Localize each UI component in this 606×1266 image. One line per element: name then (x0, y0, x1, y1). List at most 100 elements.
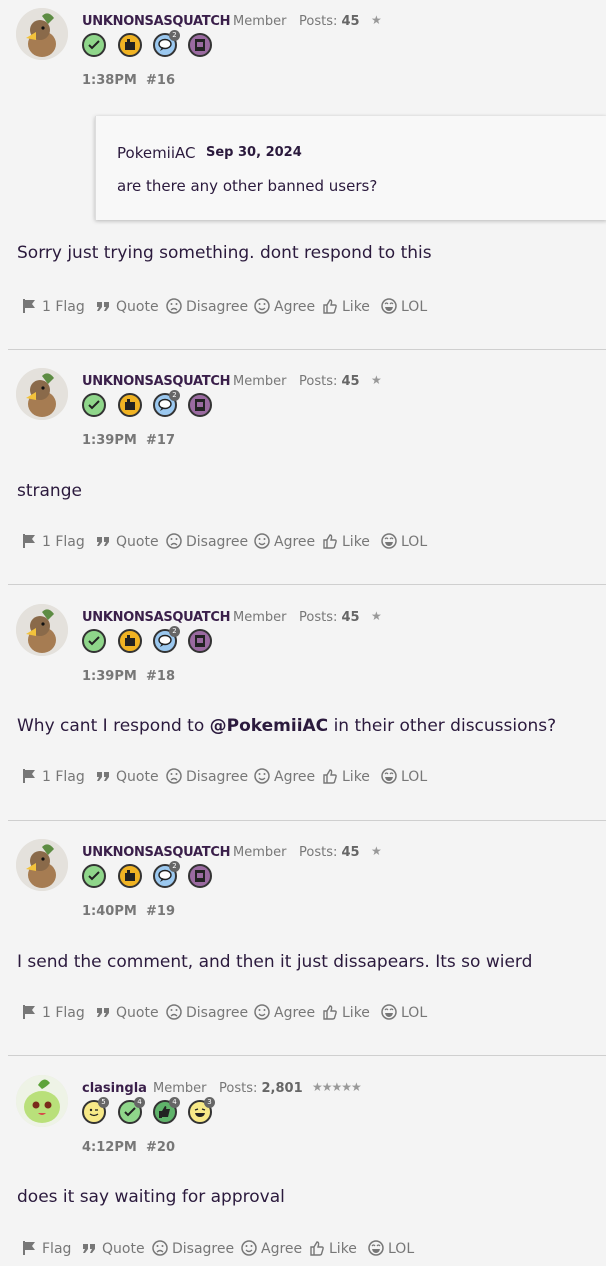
flag-icon (23, 1004, 36, 1020)
post-timestamp[interactable]: 1:39PM (82, 669, 137, 684)
quote-button[interactable]: Quote (82, 1240, 145, 1257)
post-number[interactable]: #17 (146, 433, 175, 448)
user-role: Member (233, 374, 287, 389)
post-timestamp[interactable]: 1:38PM (82, 73, 137, 88)
shop-badge-icon[interactable] (118, 33, 142, 57)
username[interactable]: UNKNONSASQUATCH (82, 845, 230, 860)
comment-badge-icon[interactable]: 2 (153, 626, 180, 653)
quote-button[interactable]: Quote (96, 1004, 159, 1021)
post-number[interactable]: #20 (146, 1140, 175, 1155)
post-number[interactable]: #18 (146, 669, 175, 684)
rank-stars: ★ (371, 373, 382, 387)
check-badge-icon[interactable]: 4 (118, 1097, 145, 1124)
flag-button[interactable]: Flag (22, 1240, 71, 1257)
flag-icon (23, 1240, 36, 1256)
username[interactable]: UNKNONSASQUATCH (82, 610, 230, 625)
post-timestamp[interactable]: 1:39PM (82, 433, 137, 448)
post-body-text: strange (17, 481, 82, 501)
post-count: Posts: 45 (299, 374, 360, 389)
post-count: Posts: 45 (299, 610, 360, 625)
like-button[interactable]: Like (309, 1240, 357, 1257)
lol-button[interactable]: LOL (381, 533, 427, 550)
flag-button[interactable]: 1 Flag (22, 1004, 85, 1021)
username[interactable]: UNKNONSASQUATCH (82, 14, 230, 29)
agree-button[interactable]: Agree (241, 1240, 302, 1257)
lol-button[interactable]: LOL (381, 768, 427, 785)
shop-badge-icon[interactable] (118, 393, 142, 417)
agree-label: Agree (274, 534, 316, 550)
quote-label: Quote (116, 769, 159, 785)
quote-label: Quote (102, 1241, 145, 1257)
flag-button[interactable]: 1 Flag (22, 533, 85, 550)
user-mention-link[interactable]: @PokemiiAC (210, 716, 329, 736)
post-body-text: I send the comment, and then it just dis… (17, 952, 533, 972)
wink-badge-icon[interactable]: 5 (82, 1097, 109, 1124)
lol-button[interactable]: LOL (381, 1004, 427, 1021)
post-timestamp[interactable]: 1:40PM (82, 904, 137, 919)
agree-button[interactable]: Agree (254, 298, 315, 315)
badge-count: 2 (169, 861, 180, 872)
user-avatar[interactable] (16, 8, 68, 60)
check-badge-icon[interactable] (82, 864, 106, 888)
lol-button[interactable]: LOL (368, 1240, 414, 1257)
user-avatar[interactable] (16, 604, 68, 656)
rank-stars: ★ (371, 844, 382, 858)
notebook-badge-icon[interactable] (188, 864, 212, 888)
username[interactable]: UNKNONSASQUATCH (82, 374, 230, 389)
post-number[interactable]: #19 (146, 904, 175, 919)
disagree-button[interactable]: Disagree (166, 533, 248, 550)
user-avatar[interactable] (16, 368, 68, 420)
shop-badge-icon[interactable] (118, 629, 142, 653)
quote-icon (97, 537, 109, 546)
check-badge-icon[interactable] (82, 33, 106, 57)
lol-label: LOL (401, 299, 428, 315)
notebook-badge-icon[interactable] (188, 33, 212, 57)
like-button[interactable]: Like (322, 1004, 370, 1021)
notebook-badge-icon[interactable] (188, 629, 212, 653)
disagree-icon (166, 298, 182, 314)
disagree-button[interactable]: Disagree (152, 1240, 234, 1257)
agree-icon (254, 768, 270, 784)
post-timestamp[interactable]: 4:12PM (82, 1140, 137, 1155)
shop-badge-icon[interactable] (118, 864, 142, 888)
user-avatar[interactable] (16, 839, 68, 891)
like-button[interactable]: Like (322, 768, 370, 785)
rank-stars: ★ (371, 609, 382, 623)
lol-button[interactable]: LOL (381, 298, 427, 315)
quote-label: Quote (116, 534, 159, 550)
flag-icon (23, 533, 36, 549)
username[interactable]: clasingla (82, 1081, 147, 1096)
quote-button[interactable]: Quote (96, 768, 159, 785)
post-number[interactable]: #16 (146, 73, 175, 88)
thumbs-badge-icon[interactable]: 4 (153, 1097, 180, 1124)
quote-date[interactable]: Sep 30, 2024 (206, 145, 302, 160)
comment-badge-icon[interactable]: 2 (153, 390, 180, 417)
check-badge-icon[interactable] (82, 393, 106, 417)
lol-label: LOL (388, 1241, 415, 1257)
comment-badge-icon[interactable]: 2 (153, 861, 180, 888)
agree-button[interactable]: Agree (254, 1004, 315, 1021)
flag-label: 1 Flag (42, 299, 85, 315)
post-count-label: Posts: (299, 610, 338, 625)
like-button[interactable]: Like (322, 533, 370, 550)
comment-badge-icon[interactable]: 2 (153, 30, 180, 57)
quote-button[interactable]: Quote (96, 533, 159, 550)
like-button[interactable]: Like (322, 298, 370, 315)
disagree-label: Disagree (186, 769, 249, 785)
disagree-button[interactable]: Disagree (166, 768, 248, 785)
user-avatar[interactable] (16, 1075, 68, 1127)
quote-button[interactable]: Quote (96, 298, 159, 315)
post-body-text: does it say waiting for approval (17, 1187, 285, 1207)
grin-badge-icon[interactable]: 3 (188, 1097, 215, 1124)
agree-button[interactable]: Agree (254, 768, 315, 785)
flag-button[interactable]: 1 Flag (22, 298, 85, 315)
flag-button[interactable]: 1 Flag (22, 768, 85, 785)
notebook-badge-icon[interactable] (188, 393, 212, 417)
disagree-button[interactable]: Disagree (166, 298, 248, 315)
check-badge-icon[interactable] (82, 629, 106, 653)
disagree-icon (166, 768, 182, 784)
agree-label: Agree (274, 769, 316, 785)
disagree-button[interactable]: Disagree (166, 1004, 248, 1021)
quote-author[interactable]: PokemiiAC (117, 144, 196, 162)
agree-button[interactable]: Agree (254, 533, 315, 550)
